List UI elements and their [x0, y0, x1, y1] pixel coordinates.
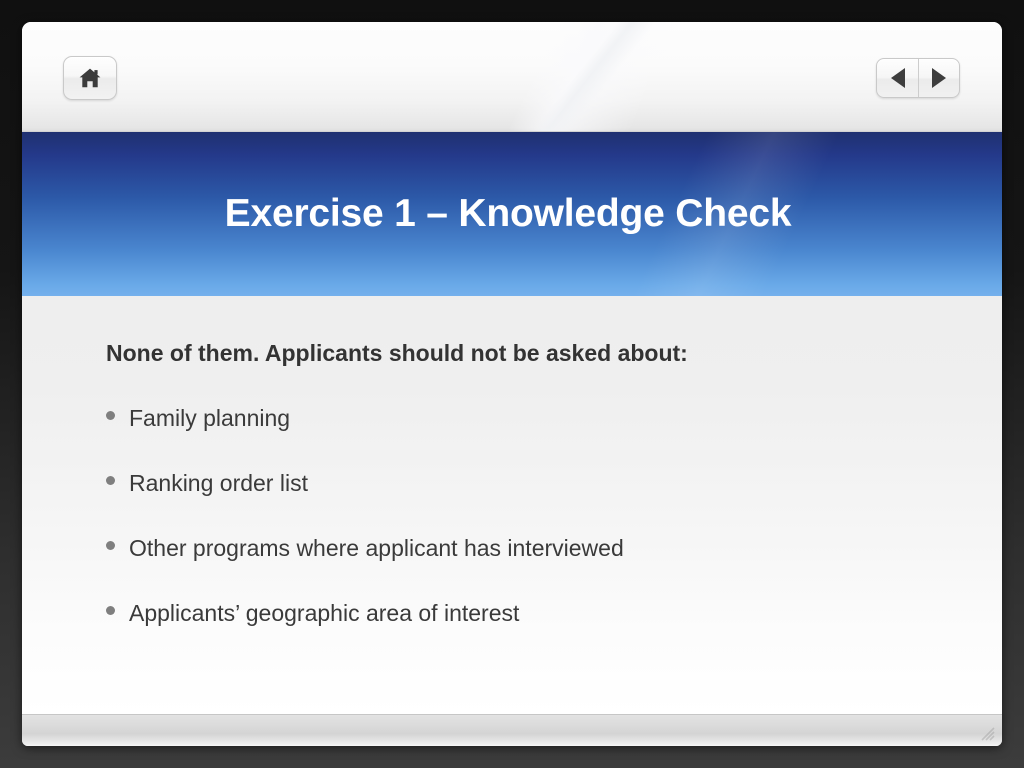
bullet-marker-icon	[106, 411, 115, 420]
page-title: Exercise 1 – Knowledge Check	[224, 192, 792, 235]
triangle-right-icon	[932, 68, 946, 88]
bullet-marker-icon	[106, 476, 115, 485]
player-toolbar	[22, 22, 1002, 132]
navigation-button-group	[876, 58, 960, 98]
home-button[interactable]	[63, 56, 117, 100]
list-item-label: Family planning	[129, 405, 291, 431]
slide-title-banner: Exercise 1 – Knowledge Check	[22, 132, 1002, 296]
list-item: Applicants’ geographic area of interest	[106, 600, 1002, 627]
next-button[interactable]	[918, 59, 959, 97]
slide-heading: None of them. Applicants should not be a…	[106, 340, 688, 366]
list-item: Other programs where applicant has inter…	[106, 535, 1002, 562]
bullet-marker-icon	[106, 606, 115, 615]
bullet-marker-icon	[106, 541, 115, 550]
slide-bullet-list: Family planning Ranking order list Other…	[106, 405, 1002, 627]
list-item-label: Applicants’ geographic area of interest	[129, 600, 520, 626]
list-item-label: Other programs where applicant has inter…	[129, 535, 624, 561]
player-status-bar	[22, 714, 1002, 746]
previous-button[interactable]	[877, 59, 918, 97]
list-item: Ranking order list	[106, 470, 1002, 497]
resize-grip-icon[interactable]	[978, 724, 996, 742]
triangle-left-icon	[890, 68, 905, 88]
presentation-player-window: Exercise 1 – Knowledge Check None of the…	[22, 22, 1002, 746]
slide-content-area: None of them. Applicants should not be a…	[22, 296, 1002, 716]
list-item: Family planning	[106, 405, 1002, 432]
list-item-label: Ranking order list	[129, 470, 308, 496]
home-icon	[78, 67, 102, 89]
